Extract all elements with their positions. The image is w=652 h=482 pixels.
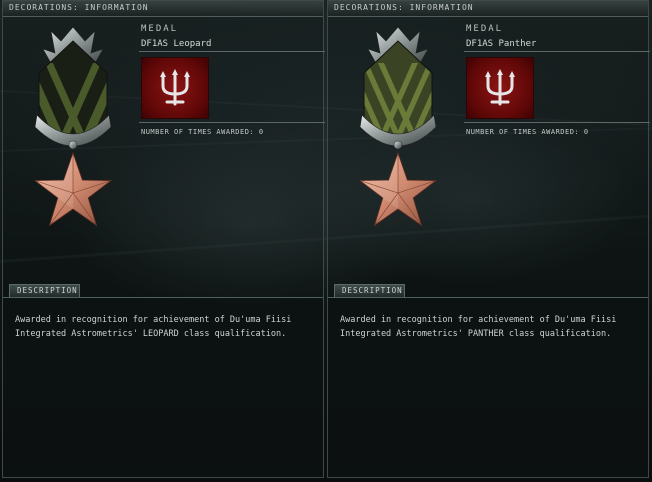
decoration-info-window-panther: DECORATIONS: INFORMATION MEDAL DF1AS Pan… — [327, 0, 650, 478]
decoration-info-window-leopard: DECORATIONS: INFORMATION MEDAL DF1AS Leo… — [2, 0, 325, 478]
times-awarded-label: NUMBER OF TIMES AWARDED: 0 — [466, 128, 589, 136]
divider — [464, 122, 650, 123]
tab-description[interactable]: DESCRIPTION — [9, 284, 80, 297]
divider — [139, 122, 325, 123]
description-text: Awarded in recognition for achievement o… — [340, 315, 617, 339]
window-title: DECORATIONS: INFORMATION — [334, 3, 474, 12]
section-label-medal: MEDAL — [141, 24, 179, 34]
tab-description-label: DESCRIPTION — [17, 286, 78, 295]
corporation-emblem[interactable] — [466, 57, 534, 119]
divider — [464, 51, 650, 52]
window-title: DECORATIONS: INFORMATION — [9, 3, 149, 12]
divider — [139, 51, 325, 52]
tab-description-label: DESCRIPTION — [342, 286, 403, 295]
medal-name: DF1AS Leopard — [141, 39, 212, 49]
section-label-medal: MEDAL — [466, 24, 504, 34]
window-titlebar[interactable]: DECORATIONS: INFORMATION — [328, 1, 648, 17]
medal-icon-panther — [358, 26, 438, 227]
description-text: Awarded in recognition for achievement o… — [15, 315, 292, 339]
tab-description[interactable]: DESCRIPTION — [334, 284, 405, 297]
medal-name: DF1AS Panther — [466, 39, 537, 49]
trident-icon — [160, 69, 190, 106]
medal-icon-leopard — [33, 26, 113, 227]
trident-icon — [485, 69, 515, 106]
times-awarded-label: NUMBER OF TIMES AWARDED: 0 — [141, 128, 264, 136]
corporation-emblem[interactable] — [141, 57, 209, 119]
window-titlebar[interactable]: DECORATIONS: INFORMATION — [3, 1, 323, 17]
